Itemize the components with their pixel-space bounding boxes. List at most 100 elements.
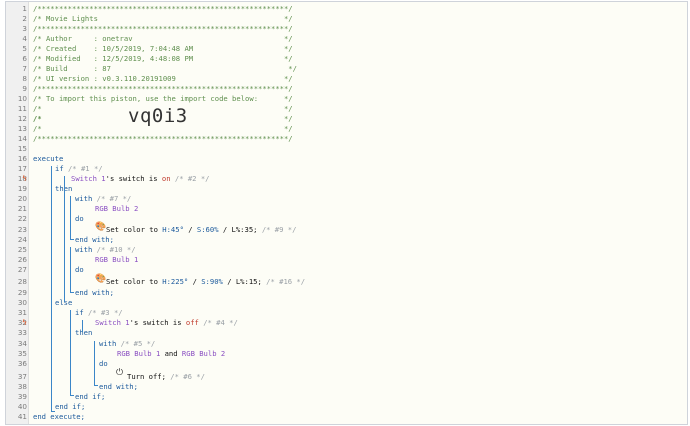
line-number: 24: [17, 235, 27, 244]
device-switch-1[interactable]: Switch 1: [71, 174, 106, 183]
turn-off-task-6[interactable]: Turn off; /* #6 */: [127, 372, 205, 382]
line-number: 5: [22, 44, 27, 53]
device-switch-1[interactable]: Switch 1: [95, 318, 130, 327]
line-number: 11: [17, 104, 27, 113]
block-bar-end: [70, 395, 74, 396]
header-modified: /* Modified : 12/5/2019, 4:48:08 PM */: [33, 54, 293, 63]
then-keyword: then: [75, 328, 93, 337]
line-number: 16: [17, 154, 27, 163]
block-bar: [70, 310, 71, 396]
end-if-keyword: end if;: [75, 392, 106, 401]
comment-5: /* #5 */: [120, 339, 156, 348]
line-number: 40: [17, 402, 27, 411]
line-number: 6: [22, 54, 27, 63]
comment-7: /* #7 */: [96, 194, 132, 203]
line-number: 26: [17, 255, 27, 264]
line-number: 3: [22, 24, 27, 33]
if-statement-1[interactable]: if /* #1 */: [55, 164, 103, 174]
header-rule: /***************************************…: [33, 134, 293, 143]
line-number: 29: [17, 288, 27, 297]
line-number: 2: [22, 14, 27, 23]
line-number: 13: [17, 124, 27, 133]
line-number: 33: [17, 328, 27, 337]
line-number: 41: [17, 412, 27, 421]
line-number: 27: [17, 265, 27, 274]
line-number: 9: [22, 84, 27, 93]
comment-2: /* #2 */: [174, 174, 210, 183]
line-number: 31: [17, 308, 27, 317]
end-if-keyword: end if;: [55, 402, 86, 411]
header-author: /* Author : onetrav */: [33, 34, 293, 43]
with-statement-10[interactable]: with /* #10 */: [75, 245, 136, 255]
header-ui-version: /* UI version : v0.3.110.20191009 */: [33, 74, 293, 83]
comment-16: /* #16 */: [266, 277, 306, 286]
if-statement-3[interactable]: if /* #3 */: [75, 308, 123, 318]
block-bar-end: [51, 411, 55, 412]
palette-icon: 🎨: [95, 274, 107, 284]
line-number: 37: [17, 372, 27, 381]
line-number: 34: [17, 339, 27, 348]
line-number: 15: [17, 144, 27, 153]
device-list[interactable]: RGB Bulb 1 and RGB Bulb 2: [117, 349, 225, 359]
condition-switch-on[interactable]: Switch 1's switch is on /* #2 */: [71, 174, 210, 184]
with-statement-7[interactable]: with /* #7 */: [75, 194, 131, 204]
line-number: 17: [17, 164, 27, 173]
header-build: /* Build : 87 */: [33, 64, 297, 73]
header-rule: /***************************************…: [33, 4, 293, 13]
device-rgb-bulb-2[interactable]: RGB Bulb 2: [95, 204, 138, 214]
block-bar-end: [70, 292, 74, 293]
end-with-keyword: end with;: [75, 288, 114, 297]
device-rgb-bulb-1[interactable]: RGB Bulb 1: [95, 255, 138, 265]
header-title: /* Movie Lights */: [33, 14, 293, 23]
comment-4: /* #4 */: [203, 318, 238, 327]
end-with-keyword: end with;: [75, 235, 114, 244]
end-execute-keyword: end execute;: [33, 412, 85, 421]
line-number: 28: [17, 277, 27, 286]
line-number: 23: [17, 225, 27, 234]
block-bar: [70, 247, 71, 293]
block-bar: [70, 196, 71, 240]
line-number: 25: [17, 245, 27, 254]
line-number: 7: [22, 64, 27, 73]
comment-6: /* #6 */: [170, 372, 205, 381]
comment-10: /* #10 */: [96, 245, 136, 254]
do-keyword: do: [99, 359, 108, 368]
condition-switch-off[interactable]: Switch 1's switch is off /* #4 */: [95, 318, 238, 328]
if-keyword: if: [55, 164, 64, 173]
line-number: 22: [17, 214, 27, 223]
device-rgb-bulb-1[interactable]: RGB Bulb 1: [117, 349, 160, 358]
header-rule: /***************************************…: [33, 24, 293, 33]
line-number: 8: [22, 74, 27, 83]
line-number: 14: [17, 134, 27, 143]
line-number: 30: [17, 298, 27, 307]
do-keyword: do: [75, 214, 84, 223]
set-color-task-9[interactable]: Set color to H:45° / S:60% / L%:35; /* #…: [106, 225, 296, 235]
line-number: 10: [17, 94, 27, 103]
value-on: on: [161, 174, 171, 183]
set-color-task-16[interactable]: Set color to H:225° / S:90% / L%:15; /* …: [106, 277, 305, 287]
line-number: 20: [17, 194, 27, 203]
line-gutter: 1 2 3 4 5 6 7 8 9 10 11 12 13 14 15 16 17 18 19 20 21 22 23 24 2…: [6, 2, 29, 424]
header-import-note: /* To import this piston, use the import…: [33, 94, 293, 103]
do-keyword: do: [75, 265, 84, 274]
value-off: off: [185, 318, 199, 327]
block-bar: [82, 320, 83, 332]
device-rgb-bulb-2[interactable]: RGB Bulb 2: [182, 349, 225, 358]
bolt-icon: ϟ: [21, 318, 28, 327]
header-blank: /* */: [33, 124, 293, 133]
header-code-prefix: /*: [33, 114, 42, 123]
line-number: 21: [17, 204, 27, 213]
line-number: 36: [17, 359, 27, 368]
block-bar-end: [70, 239, 74, 240]
execute-keyword[interactable]: execute: [33, 154, 63, 164]
comment-9: /* #9 */: [261, 225, 297, 234]
code-editor: 1 2 3 4 5 6 7 8 9 10 11 12 13 14 15 16 17 18 19 20 21 22 23 24 2…: [5, 1, 688, 425]
comment-1: /* #1 */: [67, 164, 103, 173]
palette-icon: 🎨: [95, 222, 107, 232]
line-number: 38: [17, 382, 27, 391]
line-number: 1: [22, 4, 27, 13]
with-statement-5[interactable]: with /* #5 */: [99, 339, 155, 349]
header-rule: /***************************************…: [33, 84, 293, 93]
line-number: 39: [17, 392, 27, 401]
block-bar: [94, 341, 95, 386]
